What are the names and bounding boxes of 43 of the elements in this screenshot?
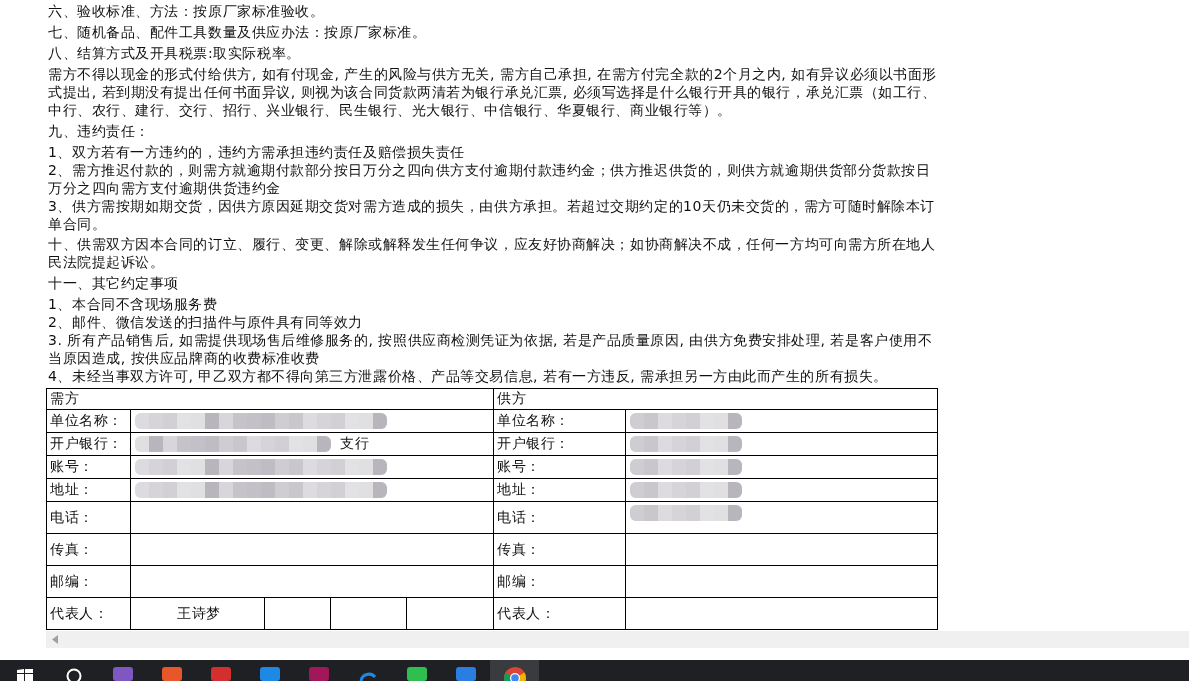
clause-text: 七、随机备品、配件工具数量及供应办法：按原厂家标准。 (48, 23, 428, 41)
table-cell: 开户银行： (493, 432, 626, 456)
table-cell: 账号： (46, 455, 131, 479)
clause-text: 需方不得以现金的形式付给供方, 如有付现金, 产生的风险与供方无关, 需方自己承担, 在需方付完全款的2个月之内, 如有异议必须以书面形式提出, 若到期没有提出任何书面异议, 则视为该合同货款两清若为银行承兑汇票, 必须写选择是什么银行开具的银行，承兑汇票（如工行、中行、农行、建行、交行、招行、兴业银行、民生银行、光大银行、中信银行、华夏银行、商业银行等）。 (48, 65, 938, 119)
table-cell: 邮编： (46, 565, 131, 598)
table-cell: 电话： (46, 501, 131, 534)
table-cell: 供方 (493, 388, 938, 410)
table-cell: 地址： (493, 478, 626, 502)
table-cell: 王诗梦 (130, 597, 265, 630)
table-cell: 传真： (46, 533, 131, 566)
clause-text: 六、验收标准、方法：按原厂家标准验收。 (48, 2, 326, 20)
app-icon[interactable] (455, 667, 476, 681)
windows-logo-icon[interactable] (16, 669, 33, 681)
list-item-text: 3. 所有产品销售后, 如需提供现场售后维修服务的, 按照供应商检测凭证为依据, 若是产品质量原因, 由供方免费安排处理, 若是客户使用不当原因造成, 按供应品牌商的收费标准收费 (48, 331, 934, 367)
table-cell-text: 支行 (340, 435, 369, 451)
clause-text: 十一、其它约定事项 (48, 274, 180, 292)
search-icon[interactable] (65, 667, 82, 681)
clause-text: 八、结算方式及开具税票:取实际税率。 (48, 44, 302, 62)
table-cell: 地址： (46, 478, 131, 502)
list-item-text: 1、双方若有一方违约的，违约方需承担违约责任及赔偿损失责任 (48, 143, 466, 161)
table-cell: 开户银行： (46, 432, 131, 456)
table-cell: 电话： (493, 501, 626, 534)
table-cell: 代表人： (46, 597, 131, 630)
list-item-text: 2、需方推迟付款的，则需方就逾期付款部分按日万分之四向供方支付逾期付款违约金；供方推迟供货的，则供方就逾期供货部分货款按日万分之四向需方支付逾期供货违约金 (48, 161, 932, 197)
browser-icon[interactable] (503, 667, 526, 681)
clause-text: 十、供需双方因本合同的订立、履行、变更、解除或解释发生任何争议，应友好协商解决；如协商解决不成，任何一方均可向需方所在地人民法院提起诉讼。 (48, 235, 937, 271)
table-cell: 需方 (46, 388, 494, 410)
table-cell: 邮编： (493, 565, 626, 598)
app-icon[interactable] (112, 667, 133, 681)
list-item-text: 1、本合同不含现场服务费 (48, 295, 219, 313)
table-cell: 账号： (493, 455, 626, 479)
clause-text: 九、违约责任： (48, 122, 151, 140)
app-icon[interactable] (161, 667, 182, 681)
table-cell: 代表人： (493, 597, 626, 630)
app-icon[interactable] (406, 667, 427, 681)
table-cell: 单位名称： (493, 409, 626, 433)
list-item-text: 2、邮件、微信发送的扫描件与原件具有同等效力 (48, 313, 364, 331)
app-icon[interactable] (210, 667, 231, 681)
app-icon[interactable] (259, 667, 280, 681)
table-cell: 单位名称： (46, 409, 131, 433)
list-item-text: 3、供方需按期如期交货，因供方原因延期交货对需方造成的损失，由供方承担。若超过交期约定的10天仍未交货的，需方可随时解除本订单合同。 (48, 197, 936, 233)
list-item-text: 4、未经当事双方许可, 甲乙双方都不得向第三方泄露价格、产品等交易信息, 若有一方违反, 需承担另一方由此而产生的所有损失。 (48, 367, 889, 385)
table-cell: 传真： (493, 533, 626, 566)
